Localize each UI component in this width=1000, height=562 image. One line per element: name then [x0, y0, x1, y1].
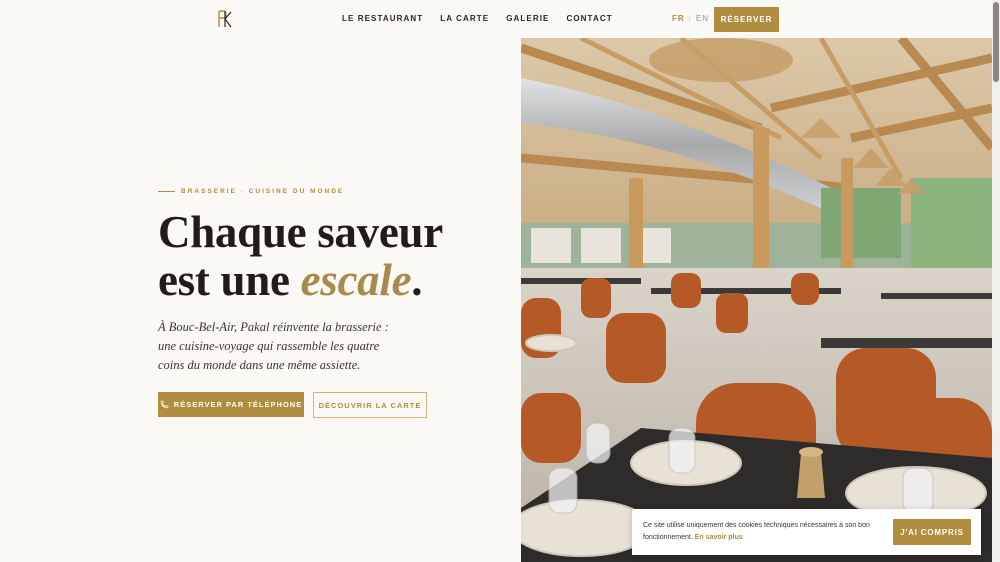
cookie-accept-button[interactable]: J'AI COMPRIS: [893, 519, 971, 545]
reserve-button[interactable]: RÉSERVER: [714, 7, 779, 32]
site-header: LE RESTAURANT LA CARTE GALERIE CONTACT F…: [0, 0, 992, 38]
cookie-banner: Ce site utilise uniquement des cookies t…: [632, 509, 981, 555]
lang-separator: /: [688, 14, 692, 23]
lang-fr[interactable]: FR: [672, 14, 685, 23]
cookie-learn-more-link[interactable]: En savoir plus: [695, 534, 743, 541]
restaurant-interior-photo: [521, 38, 992, 562]
nav-item-galerie[interactable]: GALERIE: [506, 14, 549, 23]
language-switcher: FR / EN: [672, 14, 709, 23]
logo[interactable]: [216, 9, 234, 29]
hero-eyebrow: BRASSERIE · CUISINE DU MONDE: [158, 188, 344, 195]
headline-line1: Chaque saveur: [158, 207, 443, 257]
discover-menu-button[interactable]: DÉCOUVRIR LA CARTE: [313, 392, 427, 418]
cookie-message: Ce site utilise uniquement des cookies t…: [643, 520, 883, 544]
hero-headline: Chaque saveur est une escale.: [158, 208, 478, 304]
headline-line2-prefix: est une: [158, 255, 301, 305]
reserve-by-phone-label: RÉSERVER PAR TÉLÉPHONE: [173, 400, 303, 409]
eyebrow-text: BRASSERIE · CUISINE DU MONDE: [181, 188, 345, 195]
interior-illustration: [521, 38, 992, 562]
logo-mark: [218, 10, 232, 28]
headline-accent: escale: [300, 255, 412, 305]
scrollbar[interactable]: [992, 0, 1000, 562]
phone-icon: [160, 400, 169, 409]
cookie-text: Ce site utilise uniquement des cookies t…: [643, 522, 870, 541]
hero-lead: À Bouc-Bel-Air, Pakal réinvente la brass…: [158, 320, 389, 372]
reserve-by-phone-button[interactable]: RÉSERVER PAR TÉLÉPHONE: [158, 392, 304, 417]
nav-item-contact[interactable]: CONTACT: [566, 14, 612, 23]
lang-en[interactable]: EN: [696, 14, 709, 23]
headline-suffix: .: [411, 255, 423, 305]
nav-item-restaurant[interactable]: LE RESTAURANT: [342, 14, 423, 23]
nav-item-carte[interactable]: LA CARTE: [440, 14, 489, 23]
scrollbar-thumb[interactable]: [993, 2, 999, 82]
main-nav: LE RESTAURANT LA CARTE GALERIE CONTACT: [342, 14, 613, 23]
eyebrow-line: [158, 191, 175, 192]
